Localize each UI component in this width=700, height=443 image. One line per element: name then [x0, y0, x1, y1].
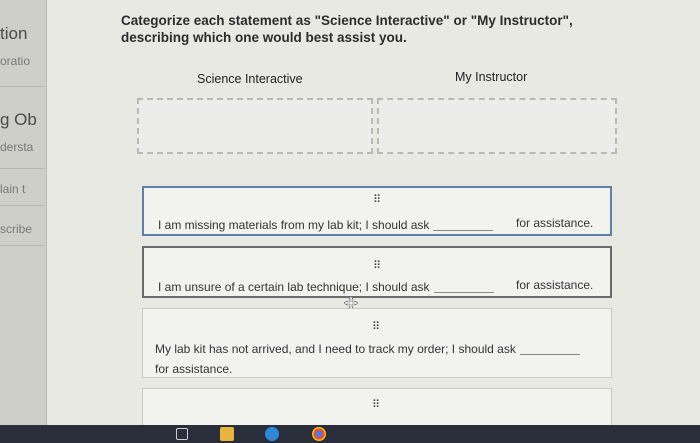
drag-handle-icon[interactable]: ⠿ — [373, 261, 381, 272]
column-header-science-interactive: Science Interactive — [197, 72, 303, 86]
dropzone-science-interactive[interactable] — [137, 98, 373, 154]
statement-card[interactable]: ⠿ I am missing materials from my lab kit… — [142, 186, 612, 236]
taskbar — [0, 425, 700, 443]
statement-label: My lab kit has not arrived, and I need t… — [155, 342, 516, 356]
sidebar-divider — [0, 168, 44, 169]
answer-blank — [433, 292, 494, 293]
file-explorer-icon[interactable] — [176, 428, 188, 440]
sidebar-divider — [0, 205, 44, 206]
sidebar-item[interactable]: g Ob — [0, 110, 44, 130]
statement-card[interactable]: ⠿ — [142, 388, 612, 428]
statement-suffix: for assistance. — [516, 216, 594, 230]
sidebar-item[interactable]: scribe — [0, 222, 44, 236]
sidebar-divider — [0, 86, 44, 87]
sidebar-item[interactable]: lain t — [0, 182, 44, 196]
statement-text: My lab kit has not arrived, and I need t… — [155, 339, 605, 379]
sidebar-item[interactable]: oratio — [0, 54, 44, 68]
question-panel: Categorize each statement as "Science In… — [47, 0, 700, 428]
statement-card[interactable]: ⠿ I am unsure of a certain lab technique… — [142, 246, 612, 311]
statement-suffix: for assistance. — [516, 278, 594, 292]
dropzone-my-instructor[interactable] — [377, 98, 617, 154]
answer-blank — [519, 354, 580, 355]
sidebar-item[interactable]: tion — [0, 24, 44, 44]
instruction-text: Categorize each statement as "Science In… — [121, 13, 573, 45]
statement-text: I am missing materials from my lab kit; … — [158, 218, 497, 232]
statement-text: I am unsure of a certain lab technique; … — [158, 280, 498, 294]
folder-icon[interactable] — [220, 427, 234, 441]
edge-icon[interactable] — [265, 427, 279, 441]
statement-card[interactable]: ⠿ My lab kit has not arrived, and I need… — [142, 308, 612, 378]
statement-label: I am missing materials from my lab kit; … — [158, 218, 430, 232]
sidebar-divider — [0, 245, 44, 246]
drag-handle-icon[interactable]: ⠿ — [372, 322, 380, 333]
left-sidebar: tion oratio g Ob dersta lain t scribe — [0, 0, 47, 425]
statement-label: I am unsure of a certain lab technique; … — [158, 280, 430, 294]
chrome-icon[interactable] — [312, 427, 326, 441]
drag-handle-icon[interactable]: ⠿ — [373, 195, 381, 206]
column-header-my-instructor: My Instructor — [455, 70, 528, 84]
answer-blank — [433, 230, 494, 231]
statement-suffix: for assistance. — [155, 362, 233, 376]
sidebar-item[interactable]: dersta — [0, 140, 44, 154]
drag-handle-icon[interactable]: ⠿ — [372, 400, 380, 411]
